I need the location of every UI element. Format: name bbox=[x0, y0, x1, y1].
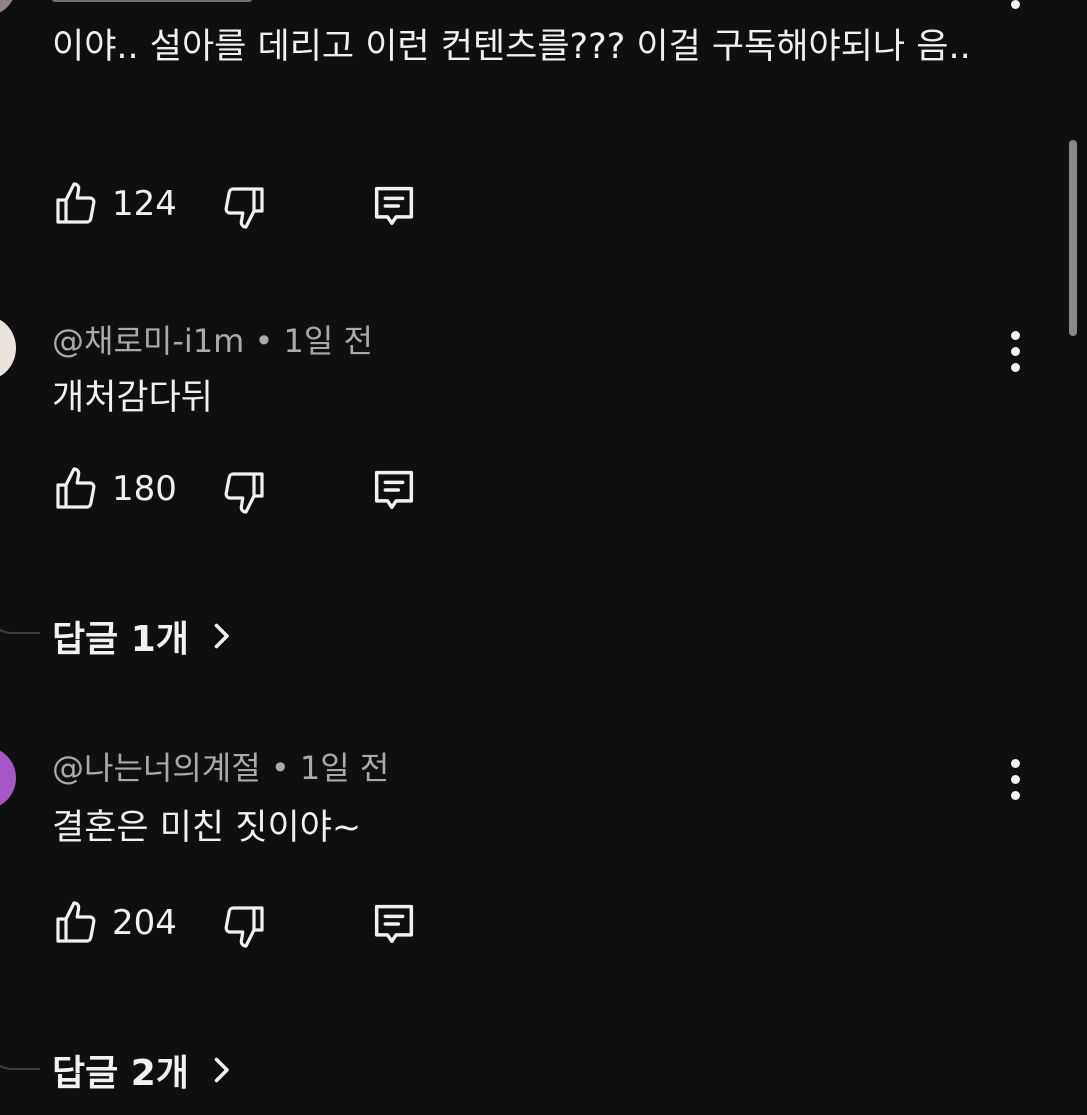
thumbs-up-icon bbox=[56, 182, 96, 224]
comment-menu-button[interactable] bbox=[1005, 331, 1025, 375]
like-button[interactable] bbox=[52, 899, 102, 949]
thread-line bbox=[0, 560, 40, 634]
dislike-button[interactable] bbox=[220, 468, 270, 518]
like-count: 180 bbox=[112, 469, 177, 509]
comment-menu-button[interactable] bbox=[1005, 759, 1025, 803]
comment-meta: @나는너의계절 • 1일 전 bbox=[52, 743, 389, 789]
timestamp: 1일 전 bbox=[299, 749, 390, 787]
replies-toggle[interactable]: 답글 2개 bbox=[52, 1044, 239, 1096]
thumbs-down-icon bbox=[224, 187, 264, 229]
author-name[interactable]: @나는너의계절 bbox=[52, 749, 261, 787]
avatar[interactable] bbox=[0, 0, 16, 16]
dislike-button[interactable] bbox=[220, 183, 270, 233]
reply-button[interactable] bbox=[368, 180, 420, 232]
like-button[interactable] bbox=[52, 465, 102, 515]
reply-icon bbox=[374, 186, 414, 226]
dislike-button[interactable] bbox=[220, 902, 270, 952]
meta-separator: • bbox=[254, 322, 284, 360]
replies-count-label: 답글 1개 bbox=[52, 619, 189, 660]
comment-text: 결혼은 미친 짓이야~ bbox=[52, 808, 362, 848]
meta-partial bbox=[52, 0, 292, 4]
thumbs-up-icon bbox=[56, 467, 96, 509]
avatar[interactable] bbox=[0, 747, 16, 809]
like-count: 204 bbox=[112, 903, 177, 943]
replies-count-label: 답글 2개 bbox=[52, 1053, 189, 1094]
chevron-right-icon bbox=[214, 1057, 229, 1083]
comment-menu-button[interactable] bbox=[1005, 0, 1025, 28]
like-button[interactable] bbox=[52, 180, 102, 230]
comment-meta: @채로미-i1m • 1일 전 bbox=[52, 316, 373, 362]
like-count: 124 bbox=[112, 184, 177, 224]
avatar[interactable] bbox=[0, 316, 16, 380]
replies-toggle[interactable]: 답글 1개 bbox=[52, 610, 239, 662]
comment-text: 개처감다뒤 bbox=[52, 378, 214, 418]
reply-icon bbox=[374, 470, 414, 510]
thumbs-up-icon bbox=[56, 901, 96, 943]
comment-text: 이야.. 설아를 데리고 이런 컨텐츠를??? 이걸 구독해야되나 음.. bbox=[52, 27, 971, 67]
thumbs-down-icon bbox=[224, 472, 264, 514]
thumbs-down-icon bbox=[224, 906, 264, 948]
timestamp: 1일 전 bbox=[283, 322, 373, 360]
reply-button[interactable] bbox=[368, 464, 420, 516]
author-name[interactable]: @채로미-i1m bbox=[52, 322, 244, 360]
scrollbar-thumb[interactable] bbox=[1069, 140, 1077, 336]
meta-separator: • bbox=[270, 749, 300, 787]
thread-line bbox=[0, 990, 40, 1070]
chevron-right-icon bbox=[214, 623, 229, 649]
reply-icon bbox=[374, 904, 414, 944]
reply-button[interactable] bbox=[368, 898, 420, 950]
